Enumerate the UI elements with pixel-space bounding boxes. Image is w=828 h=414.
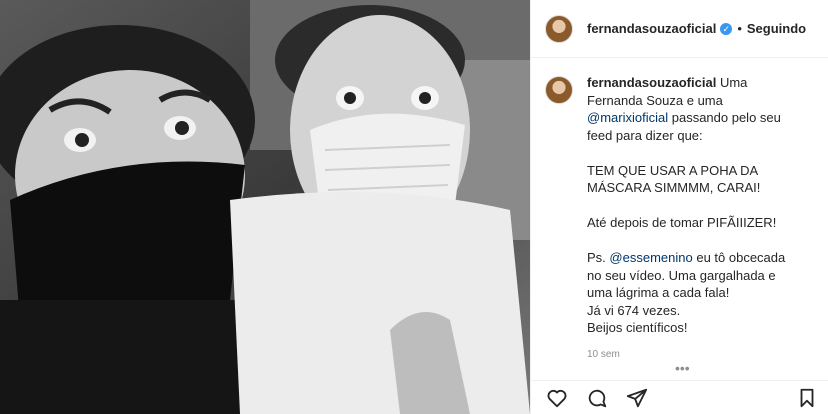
- more-horizontal-icon[interactable]: •••: [675, 361, 690, 375]
- post-sidebar: fernandasouzaoficial ✓ • Seguindo fernan…: [530, 0, 828, 414]
- mention-marixioficial[interactable]: @marixioficial: [587, 110, 668, 125]
- action-bar: [531, 380, 828, 414]
- caption-line3: Até depois de tomar PIFÃIIIZER!: [587, 215, 777, 230]
- post-photo-illustration: [0, 0, 530, 414]
- bookmark-icon[interactable]: [795, 386, 819, 410]
- avatar[interactable]: [545, 14, 573, 43]
- header-separator: •: [737, 21, 742, 36]
- caption-line5: Já vi 674 vezes.: [587, 302, 681, 318]
- caption-line6: Beijos científicos!: [587, 320, 688, 335]
- caption-line2: TEM QUE USAR A POHA DA MÁSCARA SIMMMM, C…: [587, 162, 761, 196]
- post-photo[interactable]: [0, 0, 530, 414]
- caption-row: fernandasouzaoficial Uma Fernanda Souza …: [545, 74, 815, 337]
- mention-essemenino[interactable]: @essemenino: [609, 250, 692, 265]
- follow-status-button[interactable]: Seguindo: [747, 21, 806, 36]
- heart-icon[interactable]: [545, 386, 569, 410]
- post-header: fernandasouzaoficial ✓ • Seguindo: [531, 0, 828, 58]
- comments-area: fernandasouzaoficial Uma Fernanda Souza …: [545, 74, 815, 360]
- caption-avatar[interactable]: [545, 76, 573, 104]
- caption-timestamp: 10 sem: [587, 348, 620, 360]
- caption-ps-prefix: Ps.: [587, 250, 606, 265]
- paper-plane-icon[interactable]: [625, 386, 649, 410]
- caption-intro: fernandasouzaoficial Uma Fernanda Souza …: [587, 74, 801, 144]
- comment-icon[interactable]: [585, 386, 609, 410]
- verified-badge-icon: ✓: [720, 22, 733, 35]
- caption-username[interactable]: fernandasouzaoficial: [587, 75, 716, 90]
- caption-ps: Ps. @essemenino eu tô obcecada no seu ví…: [587, 249, 801, 302]
- caption-text: fernandasouzaoficial Uma Fernanda Souza …: [587, 74, 801, 337]
- post-username[interactable]: fernandasouzaoficial: [587, 21, 716, 36]
